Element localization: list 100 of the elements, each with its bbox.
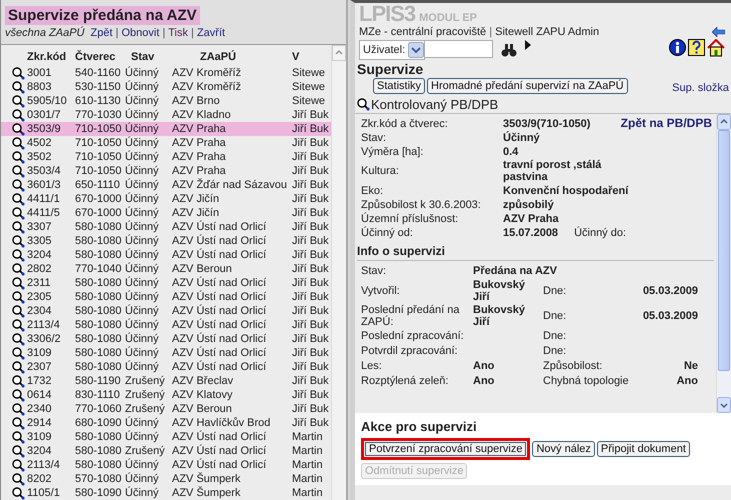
- table-cell-text: Zrušený: [125, 388, 166, 402]
- table-cell-text: 0614: [27, 388, 52, 402]
- table-cell-text: AZV Kroměříž: [172, 66, 242, 80]
- magnifier-icon[interactable]: [12, 346, 25, 360]
- field-value: Bukovský Jiří: [473, 304, 526, 328]
- toolbar-link[interactable]: Obnovit: [121, 27, 160, 39]
- table-cell-text: 3204: [27, 444, 52, 458]
- table-cell-text: Účinný: [125, 360, 160, 374]
- magnifier-icon[interactable]: [12, 206, 25, 220]
- user-dropdown[interactable]: Uživatel:: [359, 40, 426, 60]
- magnifier-icon[interactable]: [12, 66, 25, 80]
- field-label: Eko:: [361, 184, 384, 196]
- field-value: Ano: [676, 375, 698, 387]
- magnifier-icon[interactable]: [12, 276, 25, 290]
- magnifier-icon[interactable]: [12, 444, 25, 458]
- table-cell-text: Jiří Buk: [292, 262, 330, 276]
- field-value: Konvenční hospodaření: [503, 184, 628, 196]
- table-cell-text: AZV Ústí nad Orlicí: [172, 360, 268, 374]
- magnifier-icon[interactable]: [12, 234, 25, 248]
- table-cell-text: Jiří Buk: [292, 276, 330, 290]
- table-cell-text: AZV Kroměříž: [172, 80, 242, 94]
- magnifier-icon[interactable]: [12, 262, 25, 276]
- home-icon[interactable]: [707, 39, 725, 57]
- magnifier-icon[interactable]: [12, 360, 25, 374]
- info-icon[interactable]: [669, 39, 686, 57]
- toolbar-button[interactable]: Statistiky: [373, 78, 426, 94]
- table-cell-text: 8803: [27, 80, 52, 94]
- table-cell-text: Jiří Buk: [292, 318, 330, 332]
- magnifier-icon[interactable]: [12, 108, 25, 122]
- table-cell-text: Zrušený: [125, 402, 166, 416]
- magnifier-icon[interactable]: [12, 220, 25, 234]
- magnifier-icon[interactable]: [12, 416, 25, 430]
- table-cell-text: Jiří Buk: [292, 164, 330, 178]
- field-label: Stav:: [361, 265, 386, 277]
- toolbar-link[interactable]: Zpět: [90, 27, 112, 39]
- table-cell-text: Účinný: [125, 430, 160, 444]
- magnifier-icon[interactable]: [12, 458, 25, 472]
- table-cell-text: Jiří Buk: [292, 108, 330, 122]
- magnifier-icon[interactable]: [12, 486, 25, 500]
- scrollbar[interactable]: [331, 45, 346, 500]
- magnifier-icon[interactable]: [12, 304, 25, 318]
- magnifier-icon[interactable]: [12, 290, 25, 304]
- field-label: Dne:: [543, 345, 566, 357]
- help-icon[interactable]: [688, 39, 705, 57]
- table-cell-text: 3502: [27, 150, 52, 164]
- selected-row[interactable]: 3503/9 710-1050 Účinný AZV Praha Jiří Buk: [1, 122, 331, 136]
- magnifier-icon[interactable]: [12, 164, 25, 178]
- magnifier-icon[interactable]: [12, 374, 25, 388]
- magnifier-icon[interactable]: [12, 192, 25, 206]
- table-cell-text: 2113/4: [27, 318, 61, 332]
- table-cell-text: Účinný: [125, 136, 160, 150]
- magnifier-icon[interactable]: [12, 150, 25, 164]
- table-cell-text: Jiří Buk: [292, 150, 330, 164]
- field-value: travní porost ,stálá pastvina: [503, 159, 602, 183]
- action-button[interactable]: Potvrzení zpracování supervize: [361, 438, 530, 460]
- play-arrow-icon[interactable]: [525, 40, 532, 50]
- search-field[interactable]: [425, 40, 494, 58]
- magnifier-icon[interactable]: [12, 332, 25, 346]
- scrollbar-thumb[interactable]: [718, 130, 730, 371]
- toolbar-button[interactable]: Hromadné předání supervizí na ZAaPÚ: [427, 78, 628, 94]
- scrollbar[interactable]: [716, 114, 731, 413]
- field-label: Účinný od:: [361, 226, 413, 238]
- table-cell-text: Zrušený: [125, 374, 166, 388]
- magnifier-icon[interactable]: [12, 430, 25, 444]
- table-cell-text: 770-1040: [75, 262, 122, 276]
- action-button[interactable]: Připojit dokument: [596, 441, 690, 457]
- magnifier-icon[interactable]: [12, 388, 25, 402]
- table-cell-text: AZV Brno: [172, 94, 221, 108]
- magnifier-icon[interactable]: [12, 122, 25, 136]
- back-link[interactable]: Zpět na PB/DPB: [620, 116, 712, 130]
- table-cell-text: 580-1080: [75, 458, 122, 472]
- column-header: Stav: [130, 50, 156, 65]
- field-label: Dne:: [543, 285, 566, 297]
- table-cell-text: Účinný: [125, 276, 160, 290]
- table-cell-text: 580-1080: [75, 276, 122, 290]
- binoculars-icon[interactable]: [501, 44, 518, 56]
- toolbar-link[interactable]: Tisk: [168, 27, 188, 39]
- magnifier-icon[interactable]: [12, 402, 25, 416]
- action-button[interactable]: Nový nález: [532, 441, 595, 457]
- section-heading: Akce pro supervizi: [361, 419, 478, 434]
- table-cell-text: Jiří Buk: [292, 122, 330, 136]
- magnifier-icon[interactable]: [12, 472, 25, 486]
- table-cell-text: AZV Ústí nad Orlicí: [172, 290, 268, 304]
- table-cell-text: AZV Havlíčkův Brod: [172, 416, 272, 430]
- folder-link[interactable]: Sup. složka: [672, 82, 729, 94]
- table-cell-text: Účinný: [125, 304, 160, 318]
- magnifier-icon[interactable]: [12, 318, 25, 332]
- table-cell-text: Jiří Buk: [292, 346, 330, 360]
- magnifier-icon[interactable]: [12, 136, 25, 150]
- magnifier-icon[interactable]: [12, 80, 25, 94]
- magnifier-icon[interactable]: [12, 248, 25, 262]
- magnifier-icon[interactable]: [12, 178, 25, 192]
- table-cell-text: AZV Beroun: [172, 262, 233, 276]
- table-cell-text: Účinný: [125, 248, 160, 262]
- table-cell-text: Jiří Buk: [292, 192, 330, 206]
- magnifier-icon[interactable]: [12, 94, 25, 108]
- back-arrow-icon[interactable]: [712, 27, 725, 37]
- toolbar-link[interactable]: Zavřít: [196, 27, 226, 39]
- table-cell-text: Účinný: [125, 66, 160, 80]
- table-cell-text: 580-1080: [75, 444, 122, 458]
